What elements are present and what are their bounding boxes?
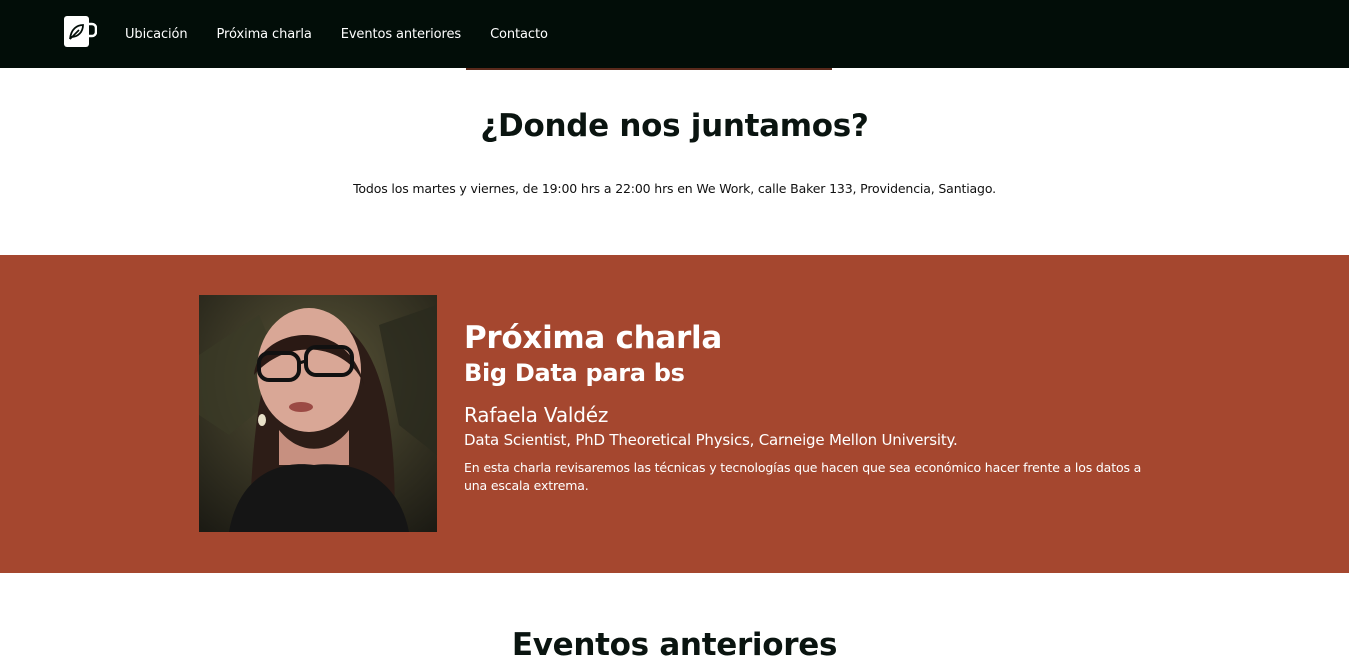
location-text: Todos los martes y viernes, de 19:00 hrs… — [353, 181, 996, 196]
talk-heading: Próxima charla — [464, 320, 722, 356]
talk-details: Próxima charla Big Data para bs Rafaela … — [464, 320, 1164, 495]
talk-description: En esta charla revisaremos las técnicas … — [464, 460, 1142, 494]
nav-link-eventos-anteriores[interactable]: Eventos anteriores — [341, 27, 461, 42]
past-events-title: Eventos anteriores — [511, 627, 838, 663]
nav-link-ubicacion[interactable]: Ubicación — [125, 27, 188, 42]
talk-title: Big Data para bs — [464, 358, 685, 387]
coffee-mug-logo-icon[interactable] — [63, 15, 98, 48]
hero-image-edge — [466, 68, 832, 70]
nav-link-contacto[interactable]: Contacto — [490, 27, 548, 42]
top-navbar: Ubicación Próxima charla Eventos anterio… — [0, 0, 1349, 68]
nav-link-proxima-charla[interactable]: Próxima charla — [217, 27, 312, 42]
speaker-role: Data Scientist, PhD Theoretical Physics,… — [464, 431, 958, 450]
nav-links: Ubicación Próxima charla Eventos anterio… — [125, 0, 577, 68]
speaker-name: Rafaela Valdéz — [464, 403, 609, 428]
next-talk-section: Próxima charla Big Data para bs Rafaela … — [0, 255, 1349, 573]
location-title: ¿Donde nos juntamos? — [480, 108, 869, 144]
speaker-photo — [199, 295, 437, 532]
